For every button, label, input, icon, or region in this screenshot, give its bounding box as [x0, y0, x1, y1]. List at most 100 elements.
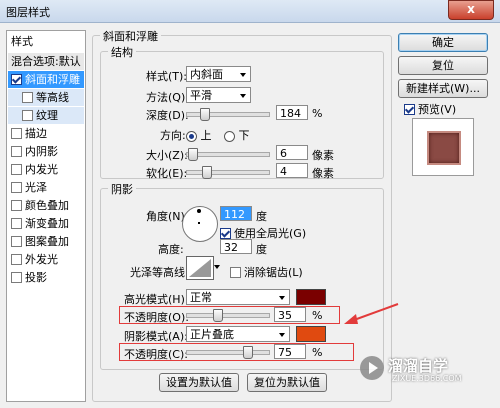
checkbox[interactable] — [11, 127, 22, 139]
checkbox[interactable] — [404, 103, 415, 115]
highlight-mode-dropdown[interactable]: 正常 — [186, 289, 290, 305]
radio-selected-icon[interactable] — [186, 130, 197, 142]
size-slider[interactable] — [186, 148, 270, 161]
highlight-opacity-slider-thumb[interactable] — [213, 309, 223, 322]
bevel-style-dropdown[interactable]: 内斜面 — [186, 66, 251, 82]
shadow-color-swatch[interactable] — [296, 326, 326, 342]
highlight-opacity-label: 不透明度(O): — [124, 311, 189, 324]
watermark-url: ZIXUE.3D66.COM — [392, 374, 462, 383]
size-slider-thumb[interactable] — [188, 148, 198, 161]
antialias-checkbox[interactable]: 消除锯齿(L) — [230, 264, 303, 280]
styles-list-header: 样式 — [11, 35, 33, 48]
gloss-contour-icon — [189, 259, 211, 277]
checkbox[interactable] — [22, 91, 33, 103]
shadow-opacity-unit: % — [312, 346, 323, 359]
style-item-label: 光泽 — [25, 181, 47, 194]
technique-dropdown[interactable]: 平滑 — [186, 87, 251, 103]
checkbox[interactable] — [11, 163, 22, 175]
preview-checkbox[interactable]: 预览(V) — [404, 101, 456, 117]
reset-to-default-button[interactable]: 复位为默认值 — [247, 373, 327, 392]
depth-slider[interactable] — [186, 108, 270, 121]
soften-input[interactable]: 4 — [276, 163, 308, 178]
size-input[interactable]: 6 — [276, 145, 308, 160]
shadow-opacity-input[interactable]: 75 — [274, 344, 306, 359]
structure-title: 结构 — [108, 44, 136, 60]
depth-input[interactable]: 184 — [276, 105, 308, 120]
gloss-contour-dropdown[interactable] — [213, 262, 222, 272]
watermark-logo-icon — [360, 356, 384, 380]
chevron-down-icon — [240, 94, 246, 98]
style-item-blending-options[interactable]: 混合选项:默认 — [8, 53, 84, 70]
styles-list: 样式 混合选项:默认 斜面和浮雕 等高线 纹理 描边 内阴影 内发光 光泽 颜色… — [6, 30, 86, 402]
shadow-opacity-slider-thumb[interactable] — [243, 346, 253, 359]
checkbox[interactable] — [11, 145, 22, 157]
style-preview-swatch — [427, 131, 461, 165]
soften-label: 软化(E): — [146, 167, 188, 180]
style-item-texture[interactable]: 纹理 — [8, 107, 84, 124]
style-item-label: 渐变叠加 — [25, 217, 69, 230]
highlight-opacity-unit: % — [312, 309, 323, 322]
checkbox[interactable] — [230, 266, 241, 278]
style-item-label: 混合选项:默认 — [11, 55, 81, 68]
style-item-inner-shadow[interactable]: 内阴影 — [8, 143, 84, 160]
dropdown-value: 正片叠底 — [190, 328, 234, 341]
title-bar: 图层样式 x — [0, 0, 500, 23]
direction-down-radio[interactable]: 下 — [224, 127, 250, 143]
shadow-opacity-slider[interactable] — [186, 346, 270, 359]
checkbox[interactable] — [22, 109, 33, 121]
style-item-contour[interactable]: 等高线 — [8, 89, 84, 106]
style-item-inner-glow[interactable]: 内发光 — [8, 161, 84, 178]
angle-dial-handle — [197, 209, 201, 213]
soften-slider[interactable] — [186, 166, 270, 179]
bevel-emboss-title: 斜面和浮雕 — [100, 28, 161, 44]
shadow-mode-dropdown[interactable]: 正片叠底 — [186, 326, 290, 342]
style-item-label: 外发光 — [25, 253, 58, 266]
style-preview — [412, 118, 474, 176]
method-label: 方法(Q): — [146, 91, 189, 104]
make-default-button[interactable]: 设置为默认值 — [159, 373, 239, 392]
style-item-label: 斜面和浮雕 — [25, 73, 80, 86]
altitude-input[interactable]: 32 — [220, 239, 252, 254]
depth-slider-thumb[interactable] — [200, 108, 210, 121]
style-item-outer-glow[interactable]: 外发光 — [8, 251, 84, 268]
chevron-down-icon — [279, 296, 285, 300]
style-item-stroke[interactable]: 描边 — [8, 125, 84, 142]
highlight-mode-label: 高光模式(H): — [124, 293, 189, 306]
highlight-opacity-slider[interactable] — [186, 309, 270, 322]
style-item-drop-shadow[interactable]: 投影 — [8, 269, 84, 286]
style-item-bevel-emboss[interactable]: 斜面和浮雕 — [8, 71, 84, 88]
style-label: 样式(T): — [146, 70, 188, 83]
dropdown-value: 平滑 — [190, 89, 212, 102]
checkbox[interactable] — [220, 227, 231, 239]
close-button[interactable]: x — [448, 0, 494, 20]
preview-label: 预览(V) — [418, 103, 457, 116]
direction-up-label: 上 — [200, 129, 212, 142]
highlight-opacity-input[interactable]: 35 — [274, 307, 306, 322]
checkbox[interactable] — [11, 271, 22, 283]
altitude-unit: 度 — [256, 243, 267, 256]
style-item-gradient-overlay[interactable]: 渐变叠加 — [8, 215, 84, 232]
style-item-pattern-overlay[interactable]: 图案叠加 — [8, 233, 84, 250]
style-item-color-overlay[interactable]: 颜色叠加 — [8, 197, 84, 214]
watermark-name: 溜溜自学 — [388, 357, 449, 375]
angle-dial[interactable] — [182, 206, 218, 242]
shadow-mode-label: 阴影模式(A): — [124, 330, 188, 343]
highlight-color-swatch[interactable] — [296, 289, 326, 305]
new-style-button[interactable]: 新建样式(W)... — [398, 79, 488, 98]
reset-button[interactable]: 复位 — [398, 56, 488, 75]
radio-icon[interactable] — [224, 130, 235, 142]
style-item-satin[interactable]: 光泽 — [8, 179, 84, 196]
ok-button[interactable]: 确定 — [398, 33, 488, 52]
checkbox[interactable] — [11, 253, 22, 265]
angle-input[interactable]: 112 — [220, 206, 252, 221]
checkbox[interactable] — [11, 235, 22, 247]
checkbox[interactable] — [11, 181, 22, 193]
chevron-down-icon — [214, 265, 220, 269]
checkbox[interactable] — [11, 73, 22, 85]
gloss-contour-preview[interactable] — [186, 256, 214, 280]
soften-slider-thumb[interactable] — [202, 166, 212, 179]
checkbox[interactable] — [11, 199, 22, 211]
direction-up-radio[interactable]: 上 — [186, 127, 212, 143]
dropdown-value: 正常 — [190, 291, 212, 304]
checkbox[interactable] — [11, 217, 22, 229]
